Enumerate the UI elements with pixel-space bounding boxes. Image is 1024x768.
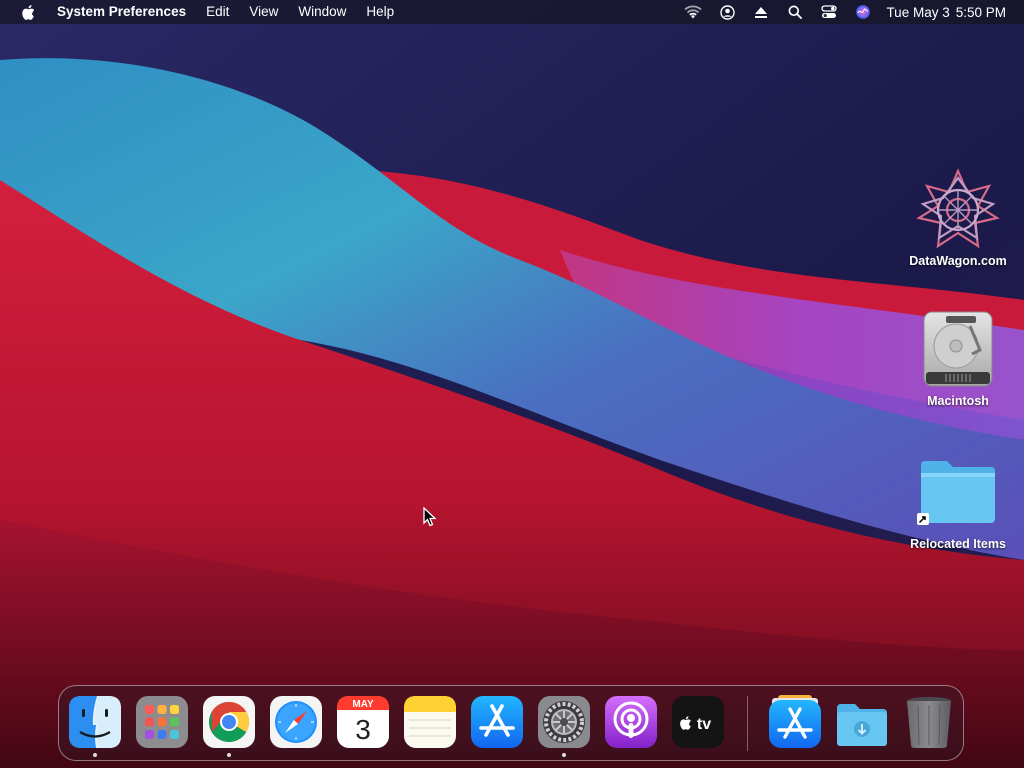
- menu-bar-clock[interactable]: Tue May 3 5:50 PM: [880, 5, 1024, 20]
- dock-stack-applications[interactable]: [768, 695, 822, 749]
- desktop-icon-relocated-items[interactable]: Relocated Items: [898, 455, 1018, 551]
- dock-app-app-store[interactable]: [470, 695, 524, 749]
- dock: MAY 3 tv: [58, 685, 964, 761]
- dock-app-system-preferences[interactable]: [537, 695, 591, 757]
- running-indicator: [562, 753, 566, 757]
- running-indicator: [227, 753, 231, 757]
- folder-alias-icon: [917, 461, 995, 525]
- menu-help[interactable]: Help: [356, 0, 404, 24]
- calendar-month: MAY: [352, 699, 374, 710]
- spotlight-search-icon[interactable]: [778, 0, 812, 24]
- dock-app-calendar[interactable]: MAY 3: [336, 695, 390, 749]
- dock-stack-downloads[interactable]: [835, 695, 889, 749]
- siri-icon[interactable]: [846, 0, 880, 24]
- dock-separator: [747, 696, 748, 751]
- launchpad-icon: [136, 696, 188, 748]
- running-indicator: [93, 753, 97, 757]
- notes-icon: [404, 696, 456, 748]
- apple-tv-text: tv: [697, 716, 711, 733]
- user-icon[interactable]: [710, 0, 744, 24]
- calendar-icon: MAY 3: [337, 696, 389, 748]
- desktop-icon-datawagon[interactable]: DataWagon.com: [898, 168, 1018, 268]
- menu-window[interactable]: Window: [288, 0, 356, 24]
- dock-app-chrome[interactable]: [202, 695, 256, 757]
- clock-time: 5:50 PM: [955, 4, 1006, 20]
- downloads-folder-icon: [837, 704, 887, 746]
- menu-app-name[interactable]: System Preferences: [57, 0, 196, 24]
- finder-icon: [69, 696, 121, 748]
- app-store-icon: [471, 696, 523, 748]
- menu-edit[interactable]: Edit: [196, 0, 239, 24]
- menu-bar: System Preferences Edit View Window Help…: [0, 0, 1024, 24]
- eject-icon[interactable]: [744, 0, 778, 24]
- dock-app-notes[interactable]: [403, 695, 457, 749]
- desktop-icon-macintosh[interactable]: Macintosh: [898, 310, 1018, 408]
- clock-date: Tue May 3: [886, 4, 950, 20]
- system-preferences-icon: [538, 696, 590, 748]
- desktop-icon-label: Relocated Items: [910, 537, 1006, 551]
- safari-icon: [270, 696, 322, 748]
- datawagon-logo-icon: [916, 168, 1000, 249]
- dock-stack-trash[interactable]: [902, 695, 956, 749]
- desktop-icon-label: DataWagon.com: [909, 254, 1007, 268]
- trash-icon: [907, 697, 951, 748]
- desktop-wallpaper: [0, 0, 1024, 768]
- wifi-icon[interactable]: [676, 0, 710, 24]
- control-center-icon[interactable]: [812, 0, 846, 24]
- dock-app-safari[interactable]: [269, 695, 323, 749]
- hard-drive-icon: [923, 311, 993, 387]
- dock-app-finder[interactable]: [68, 695, 122, 757]
- dock-app-launchpad[interactable]: [135, 695, 189, 749]
- apple-logo-icon[interactable]: [19, 3, 37, 21]
- podcasts-icon: [605, 696, 657, 748]
- applications-stack-icon: [769, 695, 821, 748]
- apple-tv-icon: tv: [672, 696, 724, 748]
- mouse-cursor-icon: [423, 507, 437, 527]
- dock-app-podcasts[interactable]: [604, 695, 658, 749]
- desktop-icon-label: Macintosh: [927, 394, 989, 408]
- calendar-day: 3: [355, 714, 371, 745]
- menu-view[interactable]: View: [239, 0, 288, 24]
- chrome-icon: [203, 696, 255, 748]
- dock-app-apple-tv[interactable]: tv: [671, 695, 725, 749]
